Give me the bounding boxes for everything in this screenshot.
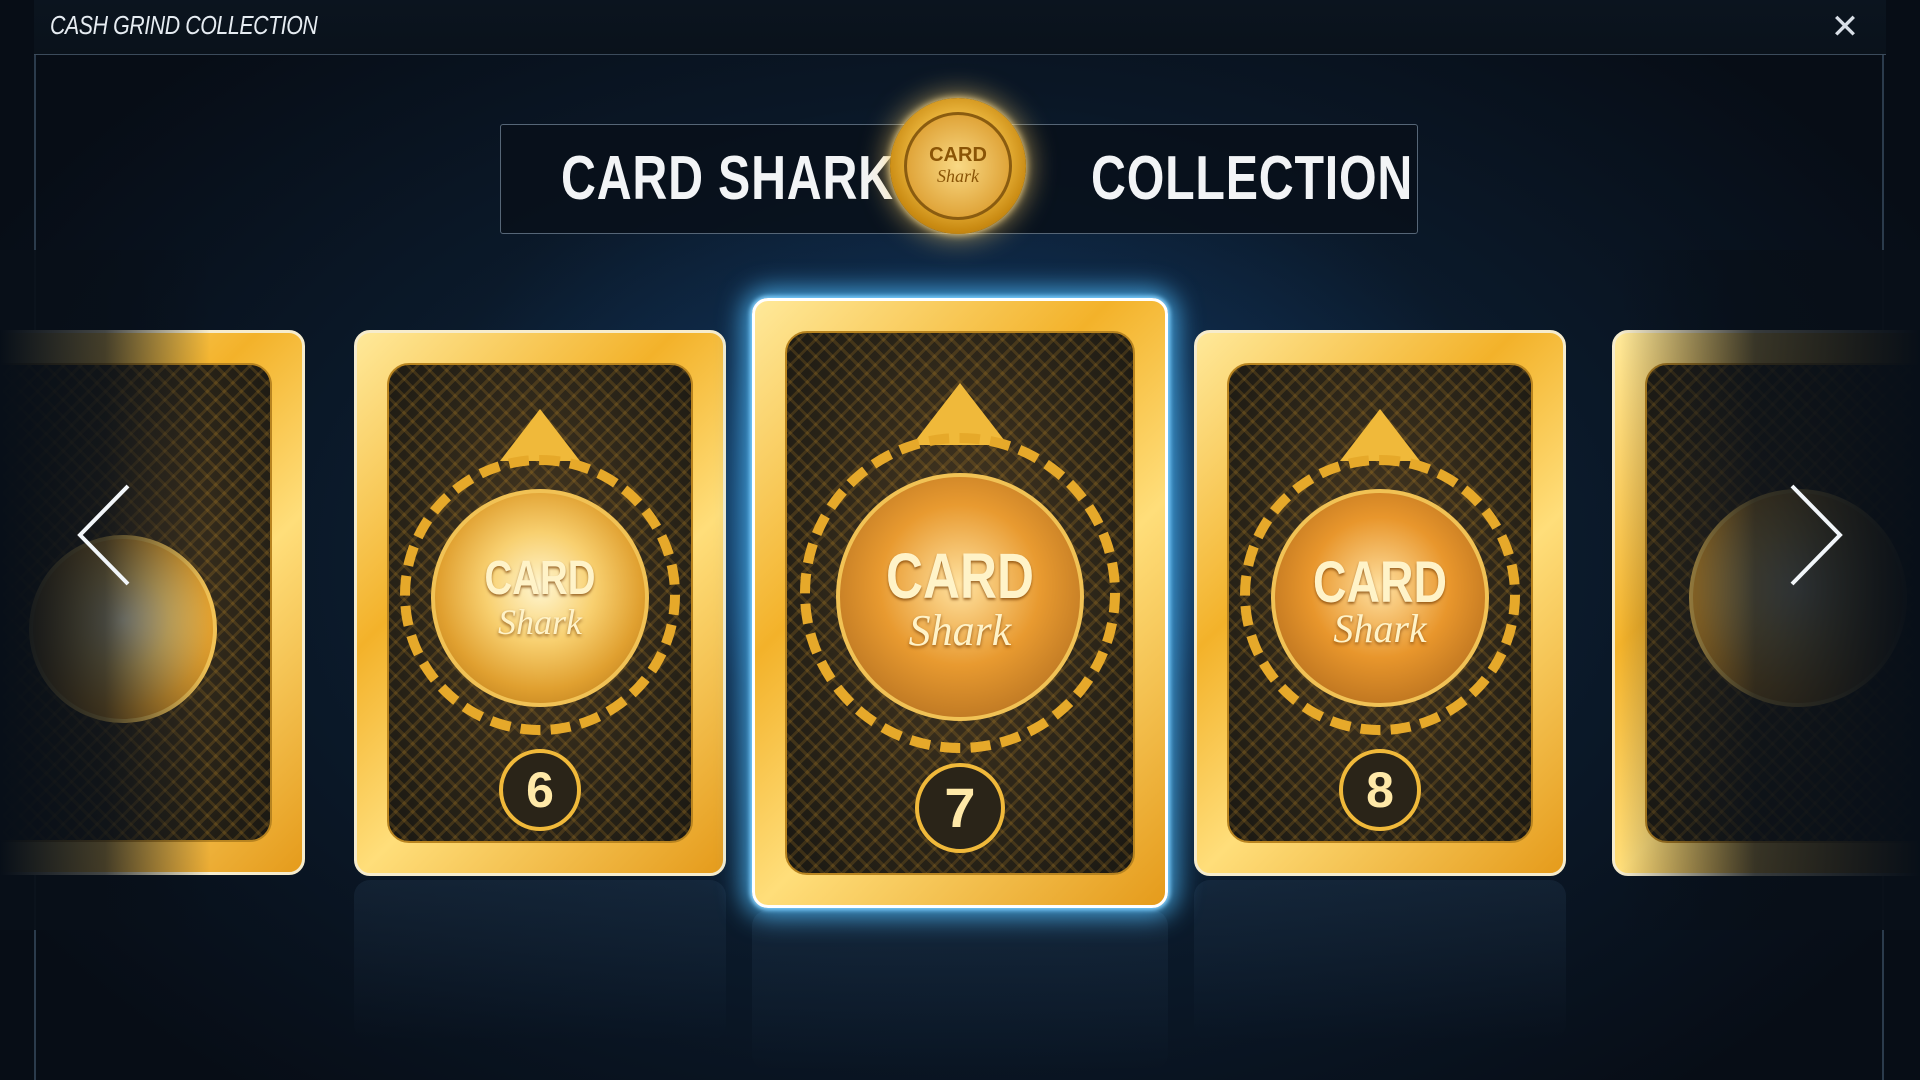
medallion-subtitle: Shark [1333,606,1427,651]
card-number: 6 [526,762,554,818]
medallion-title: CARD [484,552,596,605]
collection-screen: CASH GRIND COLLECTION ✕ CARD Shark 6 CAR… [0,0,1920,1080]
card-face: CARD Shark 7 [785,331,1135,875]
medallion-subtitle: Shark [908,606,1012,655]
close-icon: ✕ [1830,8,1860,46]
banner-title-left: CARD SHARK [561,144,894,213]
medal-title: CARD [929,144,987,166]
previous-button[interactable] [74,480,144,590]
card-reflection [354,880,726,1040]
card-medallion: CARD Shark [431,489,649,707]
card-face: CARD Shark 6 [387,363,693,843]
crown-ornament [500,409,580,461]
card-6[interactable]: CARD Shark 6 [354,330,726,876]
medallion-subtitle: Shark [498,602,582,642]
collection-medal: CARD Shark [890,98,1026,234]
card-number-badge: 6 [499,749,581,831]
next-button[interactable] [1776,480,1846,590]
medallion-title: CARD [886,540,1034,612]
window-title: CASH GRIND COLLECTION [50,10,318,40]
carousel-fade-right [1620,250,1920,930]
card-8[interactable]: CARD Shark 8 [1194,330,1566,876]
chevron-left-icon [77,484,130,586]
card-medallion: CARD Shark [1271,489,1489,707]
banner-title-right: COLLECTION [1091,144,1414,213]
crown-ornament [1340,409,1420,461]
card-number: 7 [944,776,976,839]
card-medallion: CARD Shark [836,473,1084,721]
card-reflection [1194,880,1566,1040]
card-number: 8 [1366,762,1394,818]
card-reflection [752,910,1168,1070]
card-number-badge: 8 [1339,749,1421,831]
chevron-right-icon [1790,484,1843,586]
card-7-selected[interactable]: CARD Shark 7 [752,298,1168,908]
title-bar: CASH GRIND COLLECTION ✕ [34,0,1886,55]
medal-subtitle: Shark [937,166,979,186]
close-button[interactable]: ✕ [1826,8,1864,46]
card-face: CARD Shark 8 [1227,363,1533,843]
card-number-badge: 7 [915,763,1005,853]
medal-ring: CARD Shark [904,112,1012,220]
